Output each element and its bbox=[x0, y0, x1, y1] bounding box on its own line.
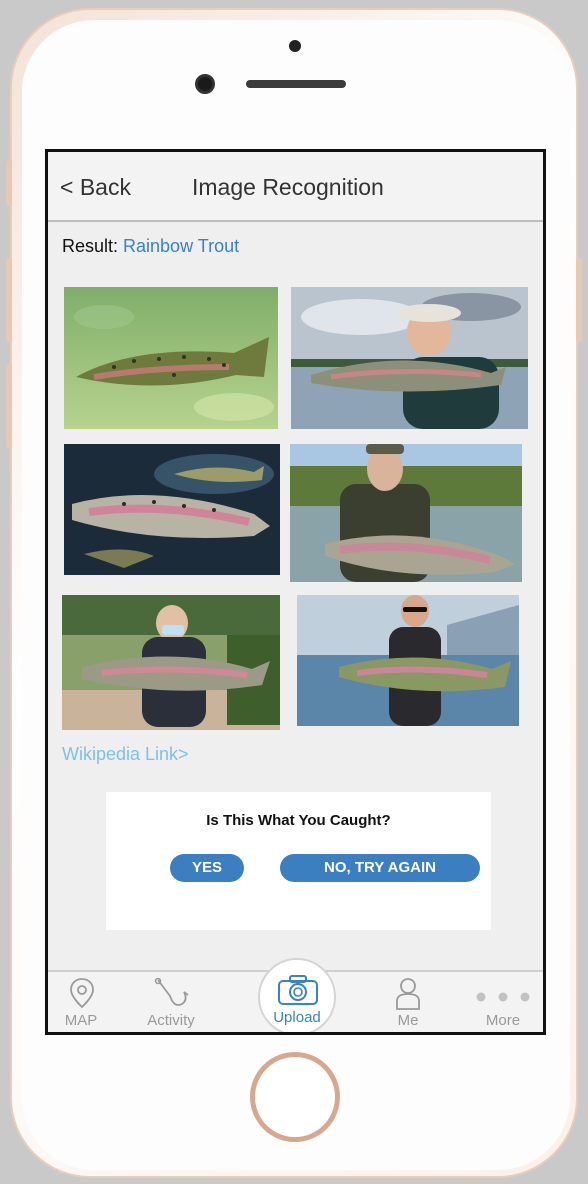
try-again-button[interactable]: NO, TRY AGAIN bbox=[280, 854, 480, 882]
person-icon bbox=[396, 978, 420, 1010]
trout-photo-4[interactable] bbox=[290, 444, 522, 582]
side-button-volume-down bbox=[6, 364, 12, 448]
home-button[interactable] bbox=[250, 1052, 340, 1142]
tab-more-label: More bbox=[485, 1012, 521, 1029]
bottom-tab-bar: MAP Activity Upload Me More bbox=[48, 958, 543, 1032]
trout-photo-2[interactable] bbox=[291, 287, 528, 429]
trout-photo-5[interactable] bbox=[62, 595, 280, 730]
result-species[interactable]: Rainbow Trout bbox=[123, 236, 239, 256]
back-button[interactable]: < Back bbox=[60, 174, 131, 201]
tab-map-label: MAP bbox=[64, 1012, 98, 1029]
page-title: Image Recognition bbox=[192, 174, 384, 200]
result-line: Result: Rainbow Trout bbox=[62, 236, 239, 257]
confirm-dialog: Is This What You Caught? YES NO, TRY AGA… bbox=[106, 792, 491, 930]
more-dots-icon bbox=[476, 992, 530, 1002]
tab-activity-label: Activity bbox=[147, 1012, 195, 1029]
trout-photo-1[interactable] bbox=[64, 287, 278, 429]
tab-activity[interactable]: Activity bbox=[126, 972, 216, 1032]
side-button-volume-up bbox=[6, 258, 12, 342]
tab-me-label: Me bbox=[397, 1012, 419, 1029]
trout-photo-6[interactable] bbox=[297, 595, 519, 726]
dialog-question: Is This What You Caught? bbox=[206, 812, 391, 829]
result-label: Result: bbox=[62, 236, 124, 256]
tab-upload[interactable]: Upload bbox=[258, 958, 336, 1032]
camera-icon bbox=[278, 975, 318, 1005]
tab-more[interactable]: More bbox=[458, 972, 543, 1032]
side-button-mute bbox=[6, 160, 12, 206]
tab-me[interactable]: Me bbox=[363, 972, 453, 1032]
trout-photo-3[interactable] bbox=[64, 444, 280, 575]
tab-map[interactable]: MAP bbox=[48, 972, 126, 1032]
app-screen: < Back Image Recognition Result: Rainbow… bbox=[45, 149, 546, 1035]
wikipedia-link[interactable]: Wikipedia Link> bbox=[62, 744, 189, 765]
tab-upload-label: Upload bbox=[273, 1009, 321, 1026]
earpiece-speaker bbox=[246, 80, 346, 88]
side-button-power bbox=[576, 258, 582, 342]
nav-header: < Back Image Recognition bbox=[48, 152, 543, 222]
yes-button[interactable]: YES bbox=[170, 854, 244, 882]
map-pin-icon bbox=[70, 978, 94, 1009]
front-camera bbox=[195, 74, 215, 94]
proximity-sensor bbox=[289, 40, 301, 52]
fishing-hook-icon bbox=[154, 978, 189, 1006]
